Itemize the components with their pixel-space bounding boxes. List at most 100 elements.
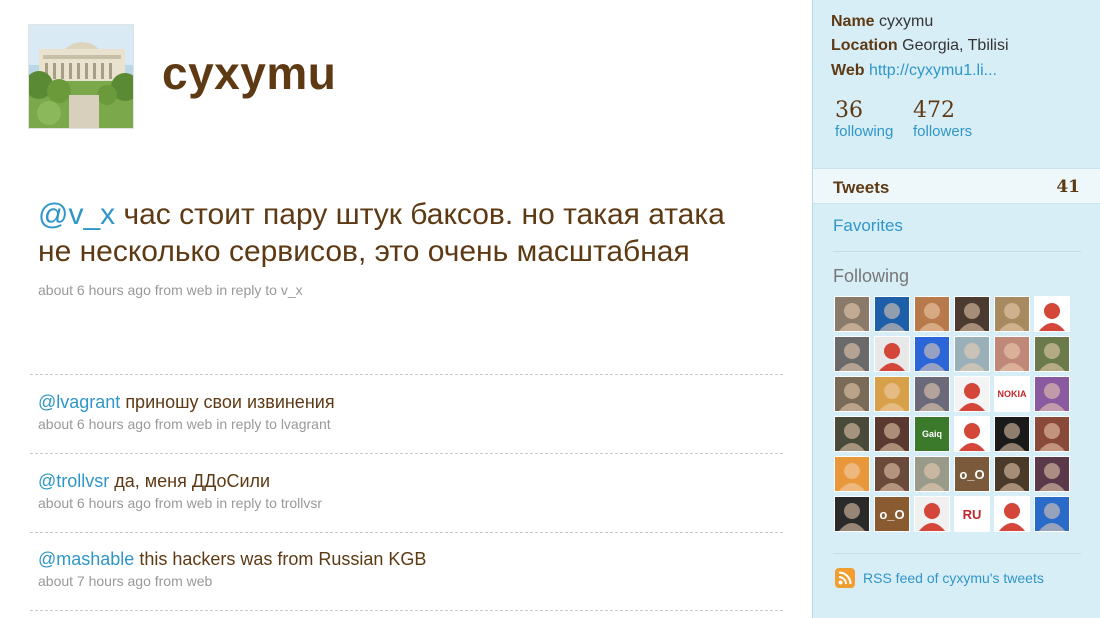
- following-avatar-grid: NOKIA Gaiq o_O o_O RU: [834, 296, 1080, 532]
- following-avatar[interactable]: [914, 296, 950, 332]
- favorites-link[interactable]: Favorites: [833, 216, 903, 236]
- following-avatar[interactable]: [954, 376, 990, 412]
- avatar-silhouette-icon: [839, 383, 865, 411]
- avatar-silhouette-icon: [959, 303, 985, 331]
- tweet-meta: about 6 hours ago from web in reply to l…: [38, 414, 783, 434]
- following-avatar[interactable]: o_O: [874, 496, 910, 532]
- avatar-image: [29, 25, 133, 128]
- tweet-meta: about 7 hours ago from web: [38, 571, 783, 591]
- rss-feed-link[interactable]: RSS feed of cyxymu's tweets: [835, 568, 1044, 588]
- following-avatar[interactable]: Gaiq: [914, 416, 950, 452]
- tweet-time-source: about 6 hours ago from web in reply to: [38, 416, 281, 432]
- tweet-time-source: about 6 hours ago from web in reply to: [38, 282, 281, 298]
- timeline-panel: cyxymu @v_x час стоит пару штук баксов. …: [0, 0, 812, 618]
- following-avatar[interactable]: [834, 336, 870, 372]
- following-avatar[interactable]: [1034, 336, 1070, 372]
- following-avatar[interactable]: [994, 296, 1030, 332]
- web-label: Web: [831, 62, 865, 79]
- following-avatar[interactable]: [994, 496, 1030, 532]
- web-link[interactable]: http://cyxymu1.li...: [869, 62, 997, 79]
- tweet-divider: [30, 374, 783, 375]
- avatar-label: RU: [962, 506, 982, 522]
- featured-tweet-text: @v_x час стоит пару штук баксов. но така…: [38, 196, 758, 270]
- followers-count: 472: [913, 98, 955, 123]
- mention-link[interactable]: @trollvsr: [38, 471, 109, 491]
- name-label: Name: [831, 13, 875, 30]
- following-count: 36: [835, 98, 863, 123]
- following-avatar[interactable]: RU: [954, 496, 990, 532]
- following-avatar[interactable]: [834, 416, 870, 452]
- following-avatar[interactable]: [994, 456, 1030, 492]
- following-avatar[interactable]: [874, 456, 910, 492]
- mention-link[interactable]: @mashable: [38, 549, 134, 569]
- profile-web-row: Web http://cyxymu1.li...: [831, 62, 997, 80]
- following-avatar[interactable]: [994, 336, 1030, 372]
- avatar-silhouette-icon: [839, 463, 865, 491]
- tweet-text: @trollvsr да, меня ДДоСили: [38, 470, 783, 492]
- avatar-silhouette-icon: [919, 503, 945, 531]
- tweet-divider: [30, 610, 783, 611]
- following-avatar[interactable]: [874, 416, 910, 452]
- following-avatar[interactable]: [914, 456, 950, 492]
- following-avatar[interactable]: [1034, 496, 1070, 532]
- avatar-silhouette-icon: [999, 423, 1025, 451]
- following-avatar[interactable]: [954, 416, 990, 452]
- mention-link[interactable]: @v_x: [38, 198, 115, 231]
- profile-avatar[interactable]: [28, 24, 134, 129]
- following-avatar[interactable]: o_O: [954, 456, 990, 492]
- tweet-body: час стоит пару штук баксов. но такая ата…: [38, 198, 725, 268]
- following-avatar[interactable]: [1034, 376, 1070, 412]
- following-avatar[interactable]: [1034, 296, 1070, 332]
- following-avatar[interactable]: [1034, 456, 1070, 492]
- following-avatar[interactable]: [914, 336, 950, 372]
- avatar-silhouette-icon: [959, 383, 985, 411]
- following-avatar[interactable]: [994, 416, 1030, 452]
- following-avatar[interactable]: [834, 296, 870, 332]
- avatar-silhouette-icon: [919, 303, 945, 331]
- avatar-silhouette-icon: [959, 423, 985, 451]
- tweet-meta: about 6 hours ago from web in reply to v…: [38, 282, 758, 298]
- avatar-silhouette-icon: [999, 303, 1025, 331]
- reply-to-link[interactable]: trollvsr: [281, 495, 322, 511]
- tweets-nav-item[interactable]: Tweets 41: [813, 168, 1100, 204]
- avatar-silhouette-icon: [1039, 463, 1065, 491]
- avatar-label: o_O: [879, 506, 905, 522]
- avatar-label: Gaiq: [921, 429, 942, 439]
- reply-to-link[interactable]: lvagrant: [281, 416, 331, 432]
- avatar-silhouette-icon: [999, 463, 1025, 491]
- following-avatar[interactable]: [954, 336, 990, 372]
- following-avatar[interactable]: [954, 296, 990, 332]
- tweet-item: @trollvsr да, меня ДДоСили about 6 hours…: [38, 470, 783, 513]
- following-avatar[interactable]: NOKIA: [994, 376, 1030, 412]
- location-label: Location: [831, 37, 898, 54]
- mention-link[interactable]: @lvagrant: [38, 392, 120, 412]
- tweet-divider: [30, 453, 783, 454]
- following-avatar[interactable]: [914, 496, 950, 532]
- following-title: Following: [833, 266, 910, 286]
- tweet-divider: [30, 532, 783, 533]
- avatar-label: NOKIA: [997, 389, 1027, 399]
- following-avatar[interactable]: [1034, 416, 1070, 452]
- following-avatar[interactable]: [874, 296, 910, 332]
- tweet-time-source: about 7 hours ago from web: [38, 573, 213, 589]
- avatar-silhouette-icon: [839, 303, 865, 331]
- tweet-body: приношу свои извинения: [120, 392, 335, 412]
- avatar-silhouette-icon: [919, 463, 945, 491]
- following-avatar[interactable]: [834, 496, 870, 532]
- following-avatar[interactable]: [914, 376, 950, 412]
- reply-to-link[interactable]: v_x: [281, 282, 303, 298]
- avatar-silhouette-icon: [1039, 303, 1065, 331]
- following-avatar[interactable]: [834, 376, 870, 412]
- followers-stat[interactable]: 472 followers: [913, 98, 972, 140]
- following-stat[interactable]: 36 following: [835, 98, 893, 140]
- following-avatar[interactable]: [834, 456, 870, 492]
- sidebar-divider: [833, 251, 1081, 252]
- avatar-silhouette-icon: [839, 423, 865, 451]
- profile-name-row: Name cyxymu: [831, 13, 933, 31]
- following-avatar[interactable]: [874, 376, 910, 412]
- following-avatar[interactable]: [874, 336, 910, 372]
- avatar-silhouette-icon: [879, 343, 905, 371]
- avatar-silhouette-icon: [999, 503, 1025, 531]
- featured-tweet: @v_x час стоит пару штук баксов. но така…: [38, 196, 758, 298]
- tweet-body: this hackers was from Russian KGB: [134, 549, 427, 569]
